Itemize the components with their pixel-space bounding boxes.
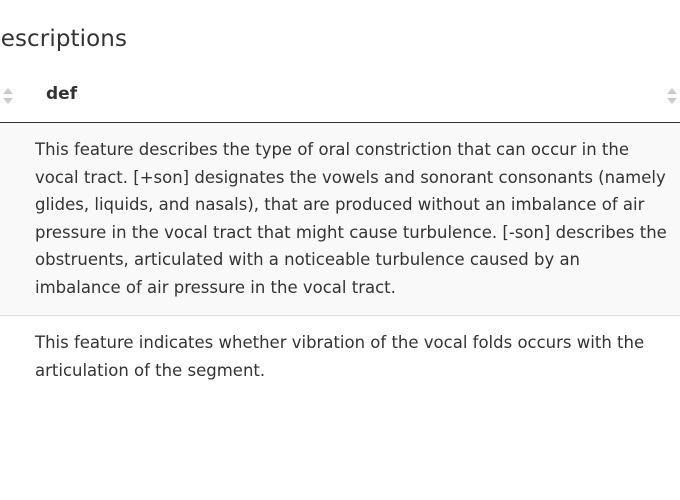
table-row: This feature indicates whether vibration… bbox=[35, 333, 645, 380]
sort-both-icon[interactable] bbox=[2, 86, 14, 106]
page: descriptions def This feature describes … bbox=[0, 0, 680, 500]
sort-both-icon[interactable] bbox=[666, 86, 678, 106]
table-header[interactable]: def bbox=[0, 68, 680, 123]
section-title: descriptions bbox=[0, 26, 128, 52]
table-row: This feature describes the type of oral … bbox=[0, 123, 680, 316]
column-header-def[interactable]: def bbox=[46, 84, 77, 104]
descriptions-table: def This feature describes the type of o… bbox=[0, 68, 680, 398]
